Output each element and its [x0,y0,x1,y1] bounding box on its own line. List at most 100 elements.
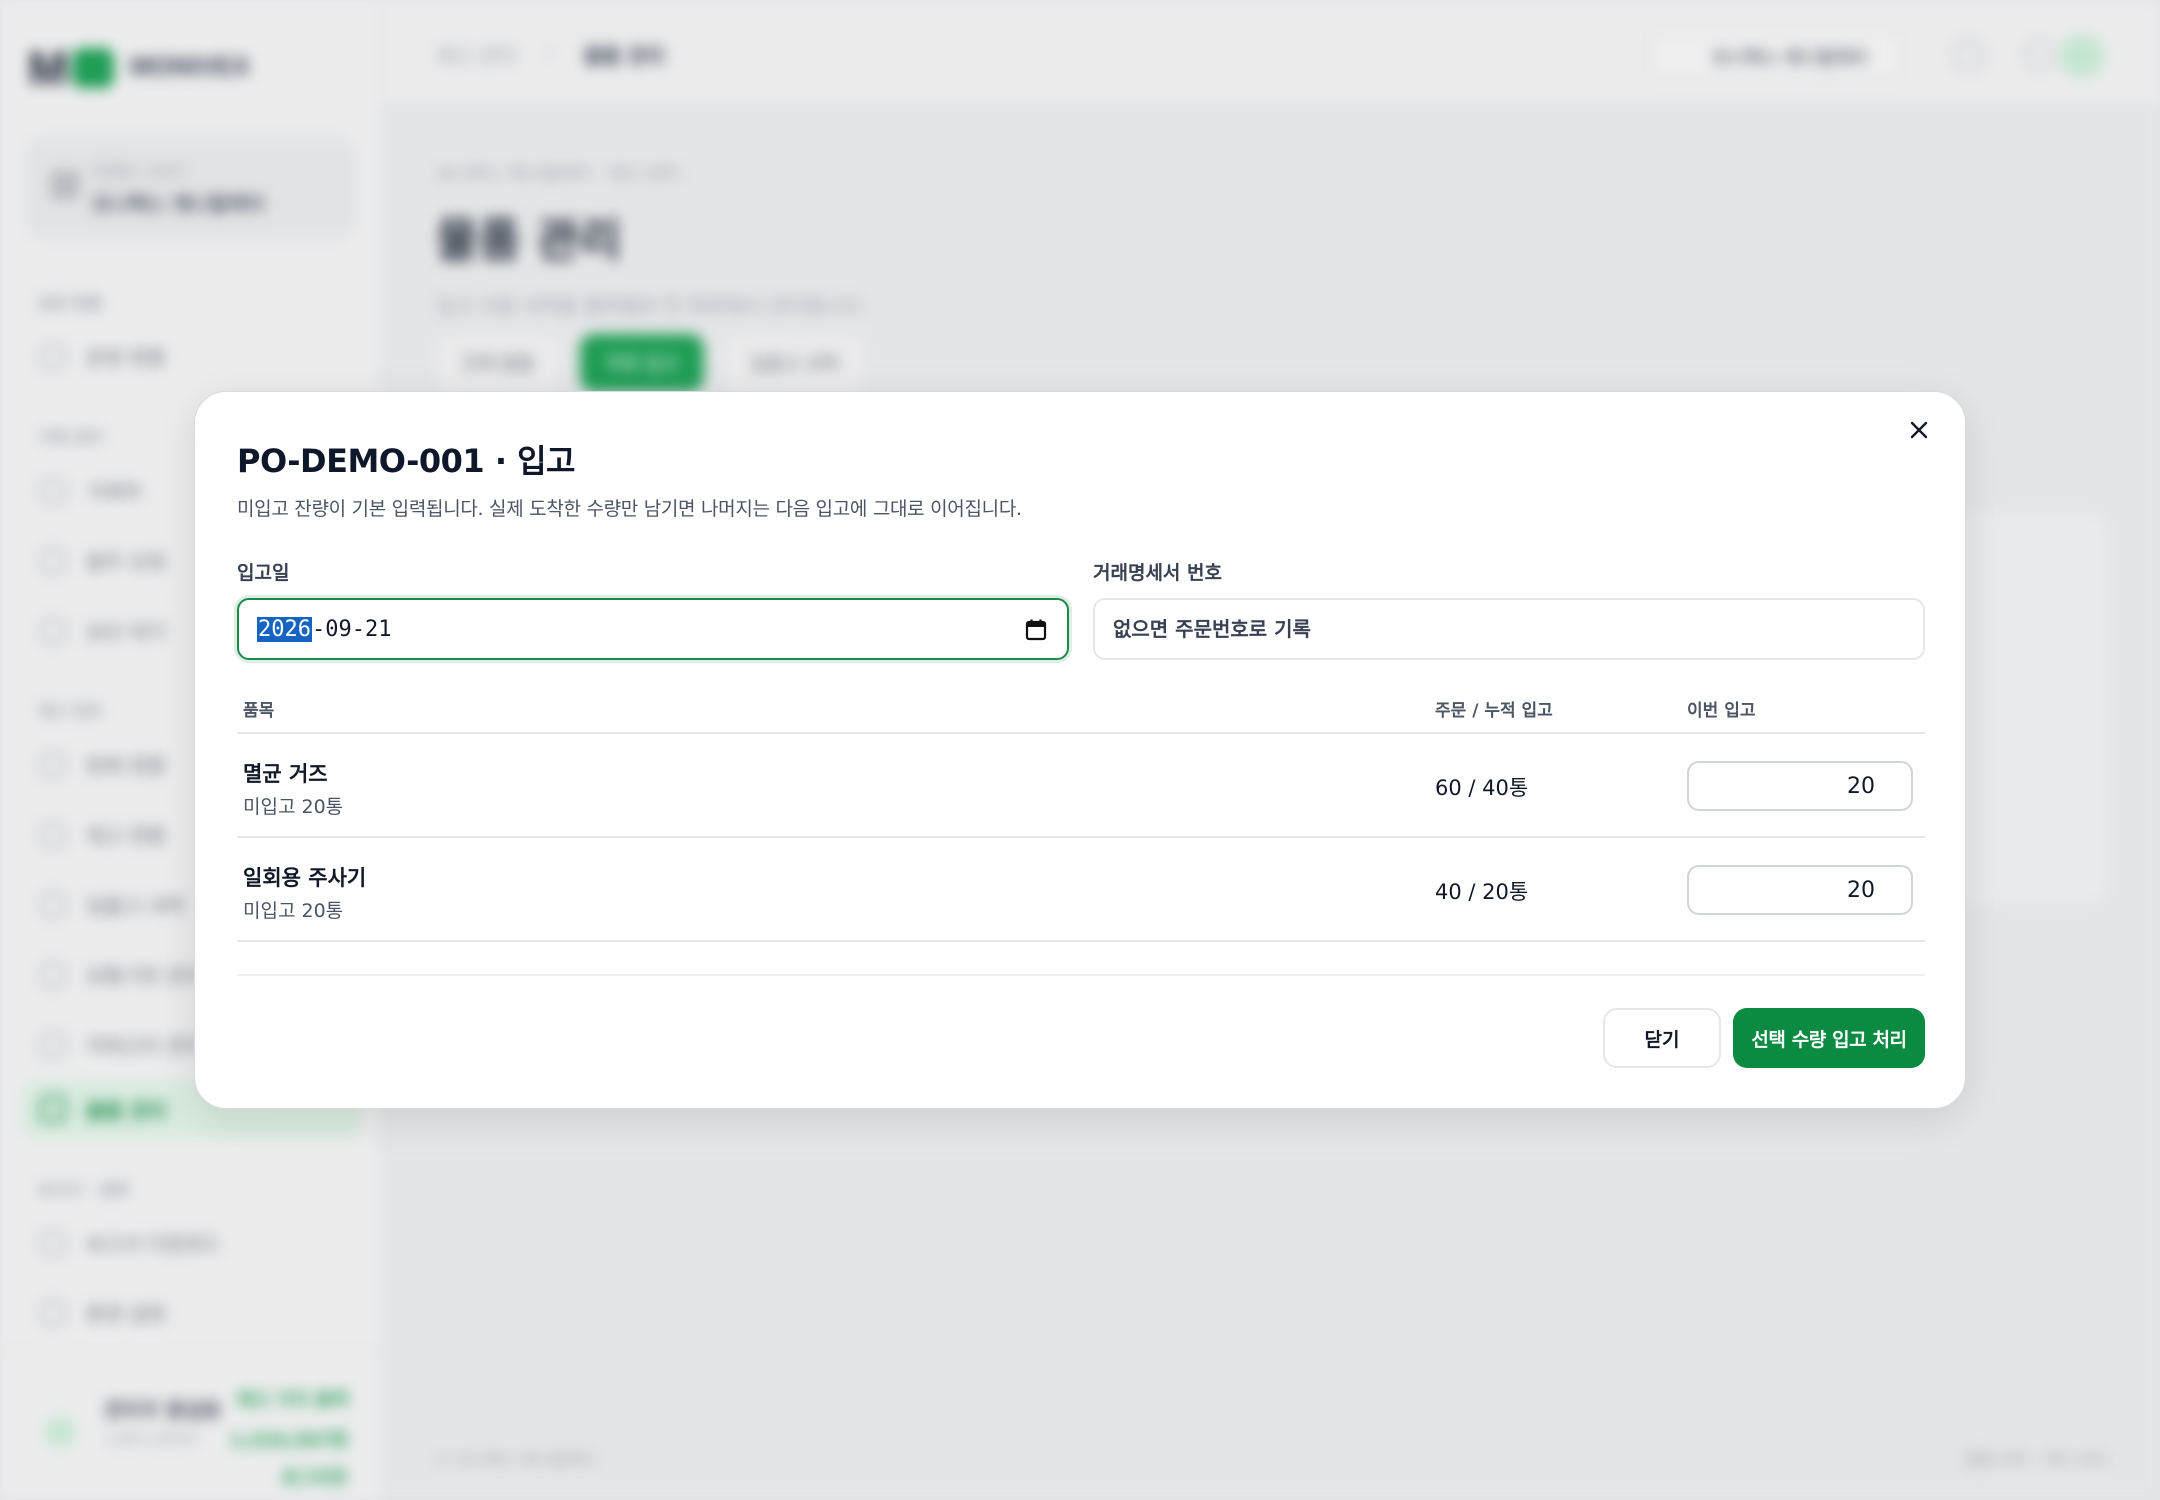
invoice-number-field[interactable] [1093,598,1925,660]
footer-stat: 재고 가치 총액 [236,1390,348,1411]
store-icon [50,170,80,200]
sidebar-item-label: 물품 관리 [86,1098,167,1123]
date-rest-segment[interactable]: -09-21 [312,617,391,642]
user-name: 관리자 홍길동 [104,1398,222,1422]
page-description: 입고·사용 내역을 품목별로 한 화면에서 관리합니다. [436,294,867,318]
sidebar-section: 거래 관리 [38,428,103,447]
item-name: 멸균 거즈 [243,762,328,786]
topbar: 재고 관리 › 물품 관리 모니벡스 애니멀케어 [382,0,2160,108]
sidebar-item-label: 거래처 [86,480,142,504]
item-remaining: 미입고 20통 [243,796,344,818]
page-header: 모니벡스 애니멀케어 · 재고 관리 물품 관리 입고·사용 내역을 품목별로 … [436,160,867,319]
store-name: 모니벡스 애니멀케어 [92,192,265,216]
app-logo: M MONIVEX [28,42,250,96]
sidebar-item[interactable]: 재고 현황 [40,820,166,849]
breadcrumb-item[interactable]: 재고 관리 [436,40,516,69]
sidebar-item[interactable]: 승인 대기 [40,616,166,645]
submit-receive-button[interactable]: 선택 수량 입고 처리 [1733,1008,1925,1068]
package-icon [40,1096,66,1122]
sidebar-item[interactable]: 발주 요청 [40,546,166,575]
close-button[interactable]: 닫기 [1603,1008,1721,1068]
ordered-received: 60 / 40통 [1435,776,1529,800]
invoice-number-input[interactable] [1113,600,1923,658]
logout-link[interactable]: 로그아웃 [282,1464,348,1490]
sidebar-footer: 관리자 홍길동 스토어 관리자 재고 가치 총액 1,234,567원 로그아웃 [0,1350,382,1500]
breadcrumb-current: 물품 관리 [583,44,665,68]
calendar-icon [40,547,66,574]
sidebar-item-label: 승인 대기 [86,620,166,644]
receive-quantity-input[interactable]: 20 [1687,761,1913,811]
avatar[interactable] [2060,34,2104,78]
page-footer-left: © 모니벡스 애니멀케어 [436,1450,595,1469]
receive-date-input[interactable]: 2026 -09-21 [237,598,1069,660]
table-row: 멸균 거즈 미입고 20통 60 / 40통 20 [237,734,1925,838]
sidebar-item[interactable]: 거래처 [40,476,141,505]
box-icon [40,821,66,848]
footer-divider [237,974,1925,976]
receive-dialog: PO-DEMO-001 · 입고 미입고 잔량이 기본 입력됩니다. 실제 도착… [194,391,1966,1109]
date-year-segment[interactable]: 2026 [257,616,312,642]
sidebar-item[interactable]: 유통기한 관리 [40,960,203,989]
dashboard-icon [40,343,66,370]
column-header-item: 품목 [243,701,275,721]
clock-icon [40,617,66,644]
table-row: 일회용 주사기 미입고 20통 40 / 20통 20 [237,838,1925,942]
sidebar-item-label: 발주 요청 [86,550,166,574]
sidebar-item-label: 판매 현황 [86,754,166,778]
user-role: 스토어 관리자 [104,1430,198,1449]
sidebar-item[interactable]: 운영 현황 [40,342,166,371]
dialog-title: PO-DEMO-001 · 입고 [237,442,576,480]
sidebar-section: 보고서 · 설정 [38,1180,129,1199]
store-selector[interactable]: 모니벡스 애니멀케어 [1650,30,1900,80]
page-tabs: 전체 물품 주문 입고 입출고 내역 [436,334,865,392]
sidebar-item-label: 운영 현황 [86,346,166,370]
page-title: 물품 관리 [436,213,622,267]
logo-text: MONIVEX [130,50,250,81]
table-header: 품목 주문 / 누적 입고 이번 입고 [237,682,1925,734]
sidebar-item-label: 카테고리 관리 [86,1034,203,1058]
sidebar-item[interactable]: 판매 현황 [40,750,166,779]
receive-quantity-input[interactable]: 20 [1687,865,1913,915]
sidebar-item-label: 환경 설정 [86,1302,166,1326]
sidebar-item-label: 보고서 다운로드 [86,1232,222,1256]
store-caption: 연결된 스토어 [92,162,186,181]
store-switcher[interactable]: 연결된 스토어 모니벡스 애니멀케어 [26,136,356,240]
avatar [44,1416,76,1448]
page-kicker: 모니벡스 애니멀케어 · 재고 관리 [436,164,680,185]
sidebar-item-label: 유통기한 관리 [86,964,203,988]
tab[interactable]: 입출고 내역 [723,334,865,392]
dialog-description: 미입고 잔량이 기본 입력됩니다. 실제 도착한 수량만 남기면 나머지는 다음… [237,498,1022,520]
column-header-this-time: 이번 입고 [1687,701,1756,721]
column-header-ordered: 주문 / 누적 입고 [1435,701,1553,721]
sidebar-item[interactable]: 보고서 다운로드 [40,1228,221,1257]
sidebar-section: 운영 현황 [38,294,103,313]
breadcrumb: 재고 관리 › 물품 관리 [436,40,665,69]
bell-icon[interactable] [2024,40,2054,70]
footer-stat: 1,234,567원 [230,1430,348,1451]
page-footer-right: 물품 관리 · 재고 관리 [1964,1450,2108,1469]
item-remaining: 미입고 20통 [243,900,344,922]
sidebar-item[interactable]: 입출고 내역 [40,890,184,919]
ordered-received: 40 / 20통 [1435,880,1529,904]
expiry-icon [40,961,66,988]
sidebar-section: 재고 관리 [38,702,103,721]
sidebar-item[interactable]: 환경 설정 [40,1298,166,1327]
store-selector-label: 모니벡스 애니멀케어 [1712,48,1868,69]
logo-mark: M [28,42,116,96]
sidebar-item-label: 재고 현황 [86,824,166,848]
user-icon [40,477,66,504]
settings-icon [40,1299,66,1326]
tab[interactable]: 전체 물품 [436,334,560,392]
item-name: 일회용 주사기 [243,866,367,890]
transfer-icon [40,891,66,918]
download-icon [40,1229,66,1256]
tab-active[interactable]: 주문 입고 [579,334,704,392]
sidebar-item[interactable]: 카테고리 관리 [40,1030,203,1059]
chart-icon [40,751,66,778]
refresh-icon[interactable] [1954,40,1984,70]
calendar-icon[interactable] [1025,618,1047,648]
close-icon[interactable] [1899,410,1939,450]
invoice-field-label: 거래명세서 번호 [1093,562,1222,584]
sidebar-item-label: 입출고 내역 [86,894,185,918]
chevron-right-icon: › [545,40,554,64]
